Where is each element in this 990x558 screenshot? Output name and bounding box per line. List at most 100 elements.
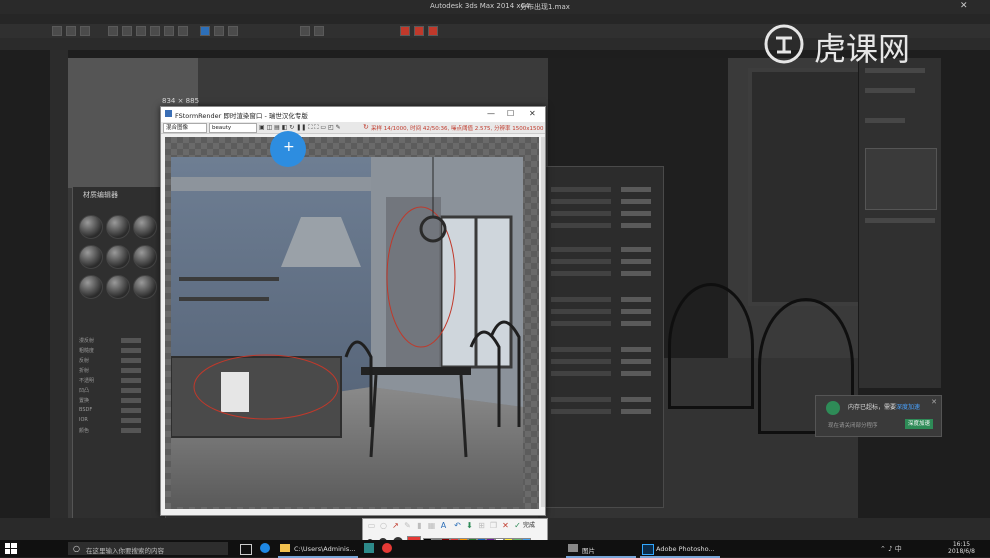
pen-tool-icon[interactable]: ✎ (403, 521, 412, 530)
fstorm-title-bar[interactable]: FStormRender 即时渲染窗口 - 瑞世汉化专版 — ☐ ✕ (161, 107, 545, 122)
notification-link[interactable]: 深度加速 (896, 404, 920, 411)
material-prop[interactable]: 颜色 (79, 427, 159, 434)
max-file-name: 分布出现1.max (520, 3, 570, 11)
material-slot[interactable] (79, 275, 103, 299)
material-slot[interactable] (79, 245, 103, 269)
toolbar-icons[interactable]: ▣ ◫ ▤ ◧ ↻ ❚❚ ⛶ ⛶ ▭ ◰ ✎ (259, 124, 341, 132)
browser-taskbar-icon[interactable] (380, 541, 394, 556)
channel-select[interactable]: 混合图像 (163, 123, 207, 133)
material-editor-title: 材质编辑器 (83, 191, 118, 199)
move-icon[interactable] (150, 26, 160, 36)
render-image (171, 157, 523, 507)
taskbar-clock[interactable]: 16:15 2018/6/8 (948, 541, 975, 555)
select-window-icon[interactable] (136, 26, 146, 36)
scale-icon[interactable] (178, 26, 188, 36)
copy-icon[interactable]: ❐ (489, 521, 498, 530)
angle-snap-icon[interactable] (228, 26, 238, 36)
mirror-icon[interactable] (300, 26, 310, 36)
tray-icons[interactable]: ⌃ ♪ 中 (880, 544, 902, 554)
taskbar-search-box[interactable]: ○ 在这里输入你要搜索的内容 (68, 542, 228, 555)
photoshop-icon (642, 544, 654, 555)
taskbar-search-placeholder: 在这里输入你要搜索的内容 (86, 547, 164, 555)
undo-icon[interactable] (52, 26, 62, 36)
memory-notification[interactable]: 内存已超标，需要深度加速 ✕ 现在请关闭部分程序 深度加速 (815, 395, 942, 437)
marker-tool-icon[interactable]: ▮ (415, 521, 424, 530)
arrow-tool-icon[interactable]: ↗ (391, 521, 400, 530)
image-icon (568, 544, 578, 552)
material-prop[interactable]: 不透明 (79, 377, 159, 384)
snap-icon[interactable] (214, 26, 224, 36)
close-icon[interactable]: ✕ (931, 398, 937, 406)
material-prop[interactable]: 粗糙度 (79, 347, 159, 354)
taskbar-explorer-button[interactable]: C:\Users\Adminis... (278, 541, 358, 558)
render-setup-icon[interactable] (400, 26, 410, 36)
material-prop[interactable]: BSDF (79, 407, 159, 414)
refresh-icon[interactable]: ↻ (363, 123, 369, 131)
deep-accelerate-button[interactable]: 深度加速 (905, 419, 933, 429)
render-status: 采样 14/1000, 时间 42/50:36, 噪点阈值 2.575, 分辨率… (371, 126, 544, 132)
max-taskbar-icon[interactable] (362, 541, 376, 556)
rect-tool-icon[interactable]: ▭ (367, 521, 376, 530)
brand-logo-icon (764, 24, 804, 64)
edge-icon[interactable] (258, 541, 272, 556)
undo-icon[interactable]: ↶ (453, 521, 462, 530)
material-slot[interactable] (106, 215, 130, 239)
snip-done-button[interactable]: 完成 (523, 520, 535, 529)
max-close-icon[interactable]: ✕ (960, 1, 968, 11)
render-frame-icon[interactable] (414, 26, 424, 36)
pin-icon[interactable]: ⊞ (477, 521, 486, 530)
material-prop[interactable]: 凹凸 (79, 387, 159, 394)
minimize-icon[interactable]: — (487, 109, 495, 118)
windows-taskbar[interactable]: ○ 在这里输入你要搜索的内容 C:\Users\Adminis... 图片 Ad… (0, 540, 990, 558)
left-command-strip[interactable] (50, 50, 68, 530)
material-prop[interactable]: 折射 (79, 367, 159, 374)
done-icon[interactable]: ✓ (513, 521, 522, 530)
close-icon[interactable]: ✕ (529, 109, 536, 118)
select-icon[interactable] (108, 26, 118, 36)
fstorm-toolbar[interactable]: 混合图像 beauty ▣ ◫ ▤ ◧ ↻ ❚❚ ⛶ ⛶ ▭ ◰ ✎ ↻ 采样 … (161, 122, 545, 134)
shield-icon (826, 401, 840, 415)
cancel-icon[interactable]: ✕ (501, 521, 510, 530)
material-editor-window[interactable]: 材质编辑器 漫反射 粗糙度 反射 折射 不透明 凹凸 置换 BSDF IOR 颜… (72, 186, 166, 528)
material-prop[interactable]: 置换 (79, 397, 159, 404)
task-view-icon[interactable] (238, 541, 252, 556)
maximize-icon[interactable]: ☐ (507, 109, 514, 118)
max-title-bar: Autodesk 3ds Max 2014 x64 分布出现1.max ✕ (0, 0, 990, 14)
material-prop[interactable]: 漫反射 (79, 337, 159, 344)
render-canvas[interactable] (165, 137, 539, 509)
link-icon[interactable] (80, 26, 90, 36)
redo-icon[interactable] (66, 26, 76, 36)
render-icon[interactable] (428, 26, 438, 36)
mosaic-tool-icon[interactable]: ▦ (427, 521, 436, 530)
material-slot[interactable] (133, 275, 157, 299)
rotate-icon[interactable] (164, 26, 174, 36)
text-tool-icon[interactable]: A (439, 521, 448, 530)
max-window-title: Autodesk 3ds Max 2014 x64 (430, 2, 530, 10)
pivot-icon[interactable] (200, 26, 210, 36)
brand-text: 虎课网 (814, 30, 911, 68)
material-slot[interactable] (106, 245, 130, 269)
fstorm-scrollbar[interactable] (541, 137, 545, 507)
notification-subtext: 现在请关闭部分程序 (828, 423, 878, 429)
fstorm-render-window[interactable]: FStormRender 即时渲染窗口 - 瑞世汉化专版 — ☐ ✕ 混合图像 … (160, 106, 546, 516)
layer-select[interactable]: beauty (209, 123, 257, 133)
save-icon[interactable]: ⬇ (465, 521, 474, 530)
right-command-panel[interactable] (858, 58, 941, 388)
material-prop[interactable]: 反射 (79, 357, 159, 364)
align-icon[interactable] (314, 26, 324, 36)
material-slot[interactable] (133, 245, 157, 269)
window-size-label: 834 × 885 (162, 97, 200, 105)
viewport-chair (668, 283, 754, 409)
taskbar-photos-button[interactable]: 图片 (566, 541, 636, 558)
cursor-highlight-icon (270, 131, 306, 167)
material-prop[interactable]: IOR (79, 417, 159, 424)
folder-icon (280, 544, 290, 552)
material-slot[interactable] (106, 275, 130, 299)
material-slot[interactable] (79, 215, 103, 239)
material-slot[interactable] (133, 215, 157, 239)
render-settings-panel[interactable] (542, 166, 664, 508)
taskbar-photoshop-button[interactable]: Adobe Photosho... (640, 541, 720, 558)
windows-start-icon[interactable] (4, 542, 18, 555)
select-region-icon[interactable] (122, 26, 132, 36)
ellipse-tool-icon[interactable]: ○ (379, 521, 388, 530)
